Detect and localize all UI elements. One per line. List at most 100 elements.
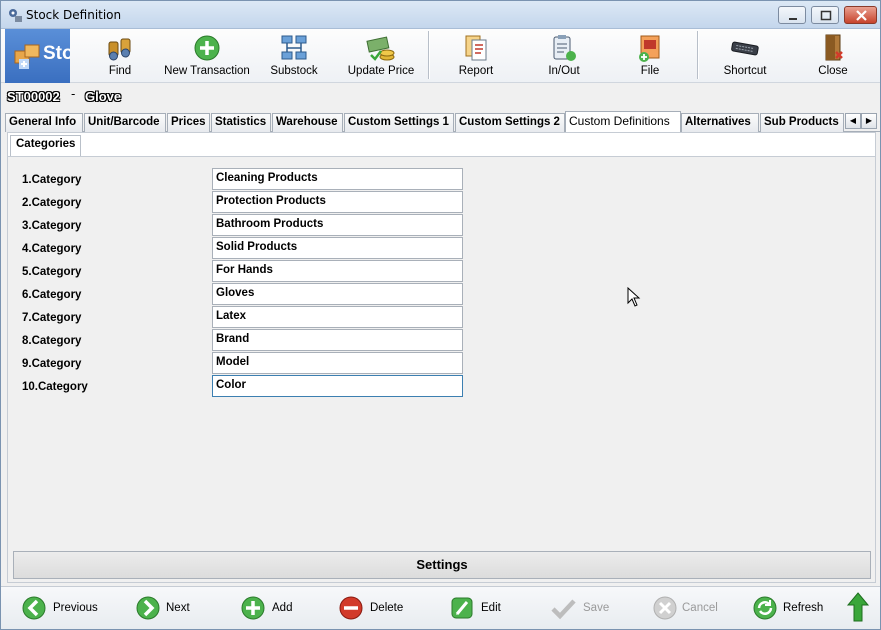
minimize-icon (789, 18, 797, 20)
mouse-cursor-icon (627, 287, 641, 307)
edit-button[interactable]: Edit (449, 593, 505, 623)
tab-sub-products[interactable]: Sub Products (760, 113, 844, 132)
find-button[interactable]: Find (93, 29, 147, 83)
money-icon (366, 36, 395, 61)
stock-module-tile: Stock (5, 29, 70, 83)
tab-strip: General Info Unit/Barcode Prices Statist… (5, 111, 880, 133)
maximize-button[interactable] (811, 6, 839, 24)
arrow-up-icon (846, 592, 870, 622)
scroll-to-top-button[interactable] (846, 591, 870, 622)
maximize-icon (820, 10, 832, 21)
record-separator: - (71, 87, 76, 101)
category-4-label: 4.Category (22, 243, 82, 255)
category-2-field[interactable]: Protection Products (212, 191, 463, 213)
record-name: Glove (85, 89, 122, 104)
category-9-label: 9.Category (22, 358, 82, 370)
keyboard-icon (731, 41, 759, 56)
arrow-right-icon (136, 596, 160, 620)
door-icon (825, 34, 843, 61)
next-button[interactable]: Next (135, 593, 201, 623)
close-label: Close (818, 65, 848, 77)
boxes-icon (14, 44, 40, 69)
previous-label: Previous (53, 602, 98, 614)
toolbar-separator (428, 31, 430, 79)
category-1-label: 1.Category (22, 174, 82, 186)
cancel-label: Cancel (682, 602, 718, 614)
category-5-label: 5.Category (22, 266, 82, 278)
tab-general-info[interactable]: General Info (5, 113, 83, 132)
new-transaction-button[interactable]: New Transaction (161, 29, 253, 83)
checkmark-icon (551, 599, 576, 620)
tab-custom-settings-2[interactable]: Custom Settings 2 (455, 113, 565, 132)
edit-icon (451, 597, 473, 619)
category-10-field[interactable]: Color (212, 375, 463, 397)
category-9-field[interactable]: Model (212, 352, 463, 374)
tab-statistics[interactable]: Statistics (211, 113, 271, 132)
category-7-label: 7.Category (22, 312, 82, 324)
category-6-field[interactable]: Gloves (212, 283, 463, 305)
network-icon (281, 35, 307, 60)
previous-button[interactable]: Previous (21, 593, 101, 623)
delete-button[interactable]: Delete (338, 593, 410, 623)
minus-icon (339, 596, 363, 620)
stock-module-label: Stock (43, 43, 70, 64)
tab-scroll-right[interactable]: ▶ (861, 113, 877, 129)
add-label: Add (272, 602, 293, 614)
minimize-button[interactable] (778, 6, 806, 24)
tab-scroll-left[interactable]: ◀ (845, 113, 861, 129)
cancel-button[interactable]: Cancel (652, 593, 722, 623)
category-1-field[interactable]: Cleaning Products (212, 168, 463, 190)
record-code: ST00002 (7, 89, 60, 104)
window-title: Stock Definition (26, 8, 122, 22)
settings-button[interactable]: Settings (13, 551, 871, 579)
tab-warehouse[interactable]: Warehouse (272, 113, 343, 132)
close-button[interactable]: Close (807, 29, 859, 83)
arrow-left-icon (22, 596, 46, 620)
category-10-label: 10.Category (22, 381, 88, 393)
stock-definition-window: Stock Definition Stock (0, 0, 881, 630)
title-bar: Stock Definition (1, 1, 880, 29)
category-3-field[interactable]: Bathroom Products (212, 214, 463, 236)
category-3-label: 3.Category (22, 220, 82, 232)
tab-custom-settings-1[interactable]: Custom Settings 1 (344, 113, 454, 132)
refresh-label: Refresh (783, 602, 824, 614)
tab-prices[interactable]: Prices (167, 113, 210, 132)
tab-custom-definitions[interactable]: Custom Definitions (565, 111, 681, 133)
tab-unit-barcode[interactable]: Unit/Barcode (84, 113, 166, 132)
category-7-field[interactable]: Latex (212, 306, 463, 328)
substock-label: Substock (270, 65, 318, 77)
plus-icon (241, 596, 265, 620)
file-button[interactable]: File (623, 29, 677, 83)
tab-alternatives[interactable]: Alternatives (681, 113, 759, 132)
category-4-field[interactable]: Solid Products (212, 237, 463, 259)
category-5-field[interactable]: For Hands (212, 260, 463, 282)
file-icon (639, 35, 660, 62)
category-8-field[interactable]: Brand (212, 329, 463, 351)
custom-definitions-panel: Categories 1.Category Cleaning Products … (7, 132, 876, 583)
report-icon (465, 35, 487, 61)
add-icon (194, 35, 220, 61)
refresh-button[interactable]: Refresh (752, 593, 828, 623)
find-label: Find (108, 65, 132, 77)
edit-label: Edit (481, 602, 501, 614)
app-icon (9, 9, 22, 22)
close-icon (856, 10, 867, 21)
delete-label: Delete (370, 602, 404, 614)
subtab-categories[interactable]: Categories (10, 135, 82, 156)
report-button[interactable]: Report (449, 29, 503, 83)
substock-button[interactable]: Substock (263, 29, 325, 83)
clipboard-icon (553, 35, 576, 61)
save-label: Save (583, 602, 610, 614)
category-6-label: 6.Category (22, 289, 82, 301)
report-label: Report (458, 65, 494, 77)
shortcut-button[interactable]: Shortcut (717, 29, 773, 83)
in-out-button[interactable]: In/Out (537, 29, 591, 83)
update-price-button[interactable]: Update Price (343, 29, 419, 83)
add-button[interactable]: Add (240, 593, 302, 623)
refresh-icon (753, 596, 777, 620)
close-window-button[interactable] (844, 6, 877, 24)
binoculars-icon (108, 38, 131, 61)
toolbar-separator (697, 31, 699, 79)
save-button[interactable]: Save (550, 593, 612, 623)
cancel-icon (653, 596, 677, 620)
